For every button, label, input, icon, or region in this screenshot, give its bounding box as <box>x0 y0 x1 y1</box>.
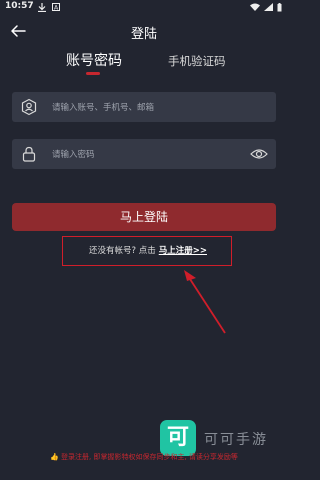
register-highlight-box: 还没有帐号? 点击 马上注册>> <box>62 236 232 266</box>
header: 登陆 <box>0 18 288 44</box>
user-icon <box>21 98 37 116</box>
account-input-placeholder: 请输入账号、手机号、邮箱 <box>52 103 155 113</box>
password-input-placeholder: 请输入密码 <box>52 150 95 160</box>
wifi-icon <box>250 3 260 11</box>
agreement-label: 登录注册, 即掌握影特权如保存同步和主, 请读分享发励等 <box>61 453 238 461</box>
download-icon <box>38 2 46 12</box>
watermark-text: 可可手游 <box>204 432 268 448</box>
password-input[interactable]: 请输入密码 <box>12 139 276 169</box>
battery-icon <box>277 2 282 11</box>
lock-icon <box>22 146 36 162</box>
system-icons <box>250 0 282 14</box>
app-notification-icon: A <box>52 3 60 11</box>
thumbs-up-icon: 👍 <box>50 453 59 461</box>
login-tabs: 账号密码 手机验证码 <box>0 50 288 80</box>
tab-sms-code[interactable]: 手机验证码 <box>168 53 226 69</box>
signal-icon <box>264 3 273 11</box>
annotation-arrow <box>184 270 226 334</box>
eye-icon[interactable] <box>250 146 268 162</box>
register-link[interactable]: 马上注册>> <box>159 246 207 256</box>
register-prompt: 还没有帐号? 点击 马上注册>> <box>63 244 233 256</box>
watermark-logo-icon: 可 <box>160 420 196 456</box>
tab-account-password[interactable]: 账号密码 <box>66 50 122 70</box>
register-prompt-text: 还没有帐号? 点击 <box>89 246 156 256</box>
active-tab-indicator <box>86 72 100 75</box>
page-title: 登陆 <box>130 27 157 42</box>
login-button[interactable]: 马上登陆 <box>12 203 276 231</box>
account-input[interactable]: 请输入账号、手机号、邮箱 <box>12 92 276 122</box>
status-bar: 10:57 A <box>0 0 288 14</box>
notification-icons: A <box>38 0 60 14</box>
svg-text:A: A <box>54 4 59 11</box>
status-time: 10:57 <box>5 1 34 11</box>
agreement-text: 👍 登录注册, 即掌握影特权如保存同步和主, 请读分享发励等 <box>0 452 288 462</box>
